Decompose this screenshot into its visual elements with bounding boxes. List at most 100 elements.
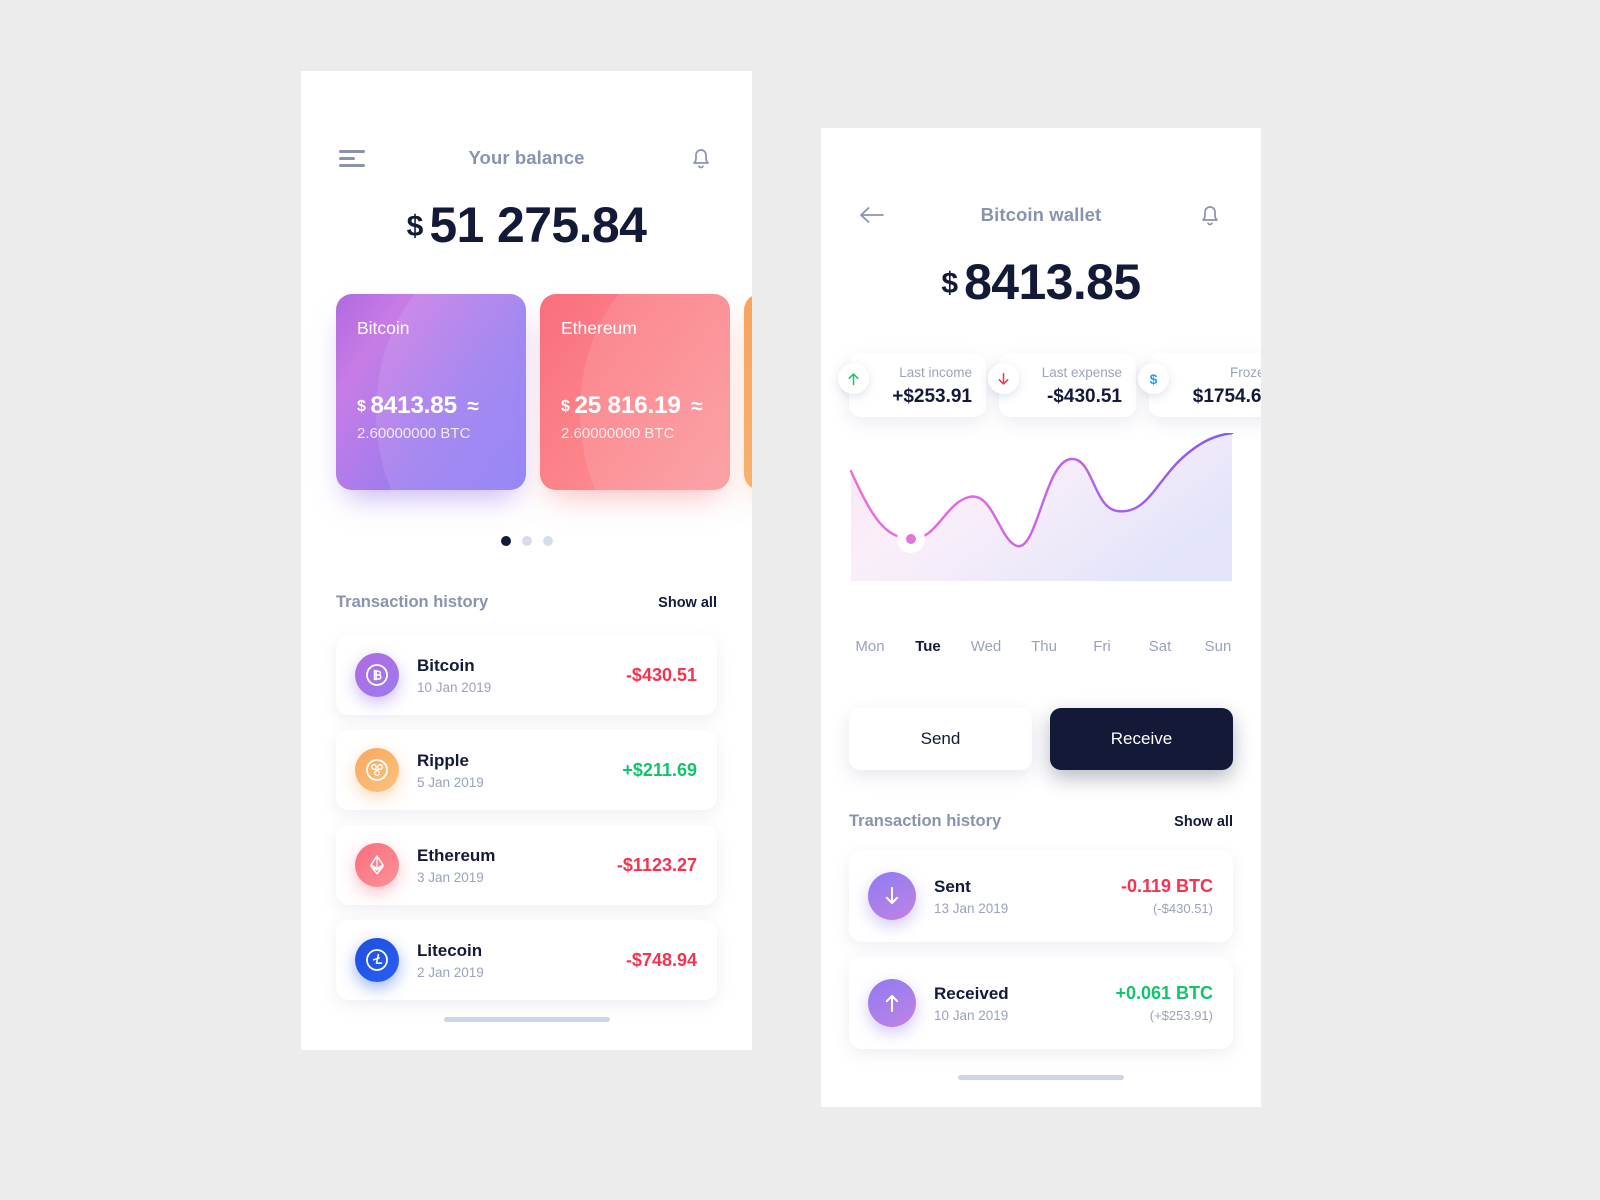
transaction-name: Ripple xyxy=(417,750,469,770)
table-row[interactable]: Ethereum 3 Jan 2019 -$1123.27 xyxy=(336,825,717,905)
transaction-amount-group: +0.061 BTC (+$253.91) xyxy=(1115,983,1213,1023)
transaction-amount: -$1123.27 xyxy=(616,854,697,875)
coin-card-bitcoin[interactable]: Bitcoin $ 8413.85 ≈ 2.60000000 BTC xyxy=(336,294,526,490)
balance-amount: 51 275.84 xyxy=(429,197,647,253)
stat-pill-last-expense[interactable]: Last expense -$430.51 xyxy=(988,353,1136,417)
weekday-mon[interactable]: Mon xyxy=(841,638,899,655)
transaction-info: Bitcoin 10 Jan 2019 xyxy=(417,656,626,695)
arrow-up-icon xyxy=(838,363,869,394)
stat-pill-value: +$253.91 xyxy=(892,385,972,407)
coin-card-ethereum[interactable]: Ethereum $ 25 816.19 ≈ 2.60000000 BTC xyxy=(540,294,730,490)
page-title: Bitcoin wallet xyxy=(980,204,1102,225)
transaction-amount: +$211.69 xyxy=(622,759,697,780)
transaction-info: Litecoin 2 Jan 2019 xyxy=(417,941,626,980)
transaction-name: Litecoin xyxy=(417,940,483,960)
coin-card-sub: 2.60000000 BTC xyxy=(561,425,675,442)
bell-icon[interactable] xyxy=(684,141,718,175)
transaction-date: 2 Jan 2019 xyxy=(417,964,484,980)
transaction-amount-fiat: (-$430.51) xyxy=(1153,901,1213,916)
pagination-dot-3[interactable] xyxy=(542,536,553,546)
transaction-amount-group: -$1123.27 xyxy=(617,855,697,876)
coin-card-name: Bitcoin xyxy=(357,318,410,338)
home-indicator xyxy=(443,1017,610,1022)
stat-pill-frozen[interactable]: $ Frozen $1754.62 xyxy=(1138,353,1261,417)
weekday-tue[interactable]: Tue xyxy=(899,638,957,655)
arrow-down-circle-icon xyxy=(868,872,916,920)
transaction-amount-group: +$211.69 xyxy=(622,760,697,781)
header-bar: Your balance xyxy=(301,141,752,175)
transaction-info: Sent 13 Jan 2019 xyxy=(934,877,1121,916)
dollar-icon: $ xyxy=(1138,363,1169,394)
transaction-amount: +0.061 BTC xyxy=(1115,983,1213,1003)
transaction-name: Received xyxy=(934,983,1009,1003)
transaction-amount-group: -$430.51 xyxy=(626,665,697,686)
transaction-date: 5 Jan 2019 xyxy=(417,774,484,790)
arrow-up-circle-icon xyxy=(868,979,916,1027)
table-row[interactable]: Sent 13 Jan 2019 -0.119 BTC (-$430.51) xyxy=(849,850,1233,942)
stat-pill-value: -$430.51 xyxy=(1046,385,1122,407)
ripple-coin-icon xyxy=(355,748,399,792)
total-balance: $51 275.84 xyxy=(301,196,752,254)
show-all-link[interactable]: Show all xyxy=(658,595,717,611)
coin-card-name: Ethereum xyxy=(561,318,637,338)
transaction-name: Ethereum xyxy=(417,845,496,865)
weekday-fri[interactable]: Fri xyxy=(1073,638,1131,655)
balance-currency: $ xyxy=(406,210,424,243)
transaction-list: Bitcoin 10 Jan 2019 -$430.51 Ripple 5 Ja… xyxy=(336,635,717,1015)
transaction-date: 13 Jan 2019 xyxy=(934,900,1009,916)
receive-button[interactable]: Receive xyxy=(1050,708,1233,770)
transaction-amount-group: -$748.94 xyxy=(626,950,697,971)
weekday-sun[interactable]: Sun xyxy=(1189,638,1247,655)
transaction-date: 3 Jan 2019 xyxy=(417,869,484,885)
wallet-actions: Send Receive xyxy=(849,708,1233,770)
weekday-sat[interactable]: Sat xyxy=(1131,638,1189,655)
balance-amount: 8413.85 xyxy=(964,254,1141,310)
approx-icon: ≈ xyxy=(691,395,703,418)
coin-card-amount: 25 816.19 xyxy=(574,392,681,419)
coin-card-litecoin[interactable]: Litecoin $ 1754.62 ≈ 2.60000000 BTC xyxy=(744,294,752,490)
hamburger-menu-icon[interactable] xyxy=(335,141,369,175)
section-title: Transaction history xyxy=(336,593,489,611)
section-title: Transaction history xyxy=(849,812,1002,830)
carousel-pagination[interactable] xyxy=(301,536,752,546)
pagination-dot-1[interactable] xyxy=(500,536,511,546)
table-row[interactable]: Bitcoin 10 Jan 2019 -$430.51 xyxy=(336,635,717,715)
page-title: Your balance xyxy=(468,147,585,168)
coin-card-carousel[interactable]: Bitcoin $ 8413.85 ≈ 2.60000000 BTC Ether… xyxy=(336,294,752,490)
coin-card-amount: 8413.85 xyxy=(370,392,457,419)
table-row[interactable]: Litecoin 2 Jan 2019 -$748.94 xyxy=(336,920,717,1000)
show-all-link[interactable]: Show all xyxy=(1174,814,1233,830)
stat-pill-label: Last income xyxy=(899,365,972,380)
balance-currency: $ xyxy=(941,267,959,300)
header-bar: Bitcoin wallet xyxy=(821,198,1261,232)
weekday-thu[interactable]: Thu xyxy=(1015,638,1073,655)
home-indicator xyxy=(958,1075,1124,1080)
litecoin-coin-icon xyxy=(355,938,399,982)
transaction-date: 10 Jan 2019 xyxy=(417,679,492,695)
pagination-dot-2[interactable] xyxy=(521,536,532,546)
phone-screen-balance: Your balance $51 275.84 Bitcoin $ 8413.8… xyxy=(301,71,752,1050)
bitcoin-coin-icon xyxy=(355,653,399,697)
arrow-left-icon[interactable] xyxy=(855,198,889,232)
ethereum-coin-icon xyxy=(355,843,399,887)
weekday-wed[interactable]: Wed xyxy=(957,638,1015,655)
stat-pill-last-income[interactable]: Last income +$253.91 xyxy=(838,353,986,417)
coin-card-currency: $ xyxy=(357,398,366,415)
weekday-selector[interactable]: Mon Tue Wed Thu Fri Sat Sun xyxy=(841,638,1247,655)
stat-pill-row: Last income +$253.91 Last expense -$430.… xyxy=(838,353,1261,417)
bell-icon[interactable] xyxy=(1193,198,1227,232)
send-button[interactable]: Send xyxy=(849,708,1032,770)
transaction-date: 10 Jan 2019 xyxy=(934,1007,1009,1023)
transaction-info: Ethereum 3 Jan 2019 xyxy=(417,846,617,885)
balance-line-chart[interactable] xyxy=(849,433,1234,583)
transaction-amount: -$430.51 xyxy=(625,664,697,685)
coin-card-sub: 2.60000000 BTC xyxy=(357,425,471,442)
wallet-balance: $8413.85 xyxy=(821,253,1261,311)
transaction-amount-fiat: (+$253.91) xyxy=(1149,1008,1213,1023)
table-row[interactable]: Received 10 Jan 2019 +0.061 BTC (+$253.9… xyxy=(849,957,1233,1049)
transaction-list: Sent 13 Jan 2019 -0.119 BTC (-$430.51) R… xyxy=(849,850,1233,1064)
transaction-history-header: Transaction history Show all xyxy=(336,593,717,612)
table-row[interactable]: Ripple 5 Jan 2019 +$211.69 xyxy=(336,730,717,810)
screenshot-stage: Your balance $51 275.84 Bitcoin $ 8413.8… xyxy=(0,0,1600,1200)
arrow-down-icon xyxy=(988,363,1019,394)
